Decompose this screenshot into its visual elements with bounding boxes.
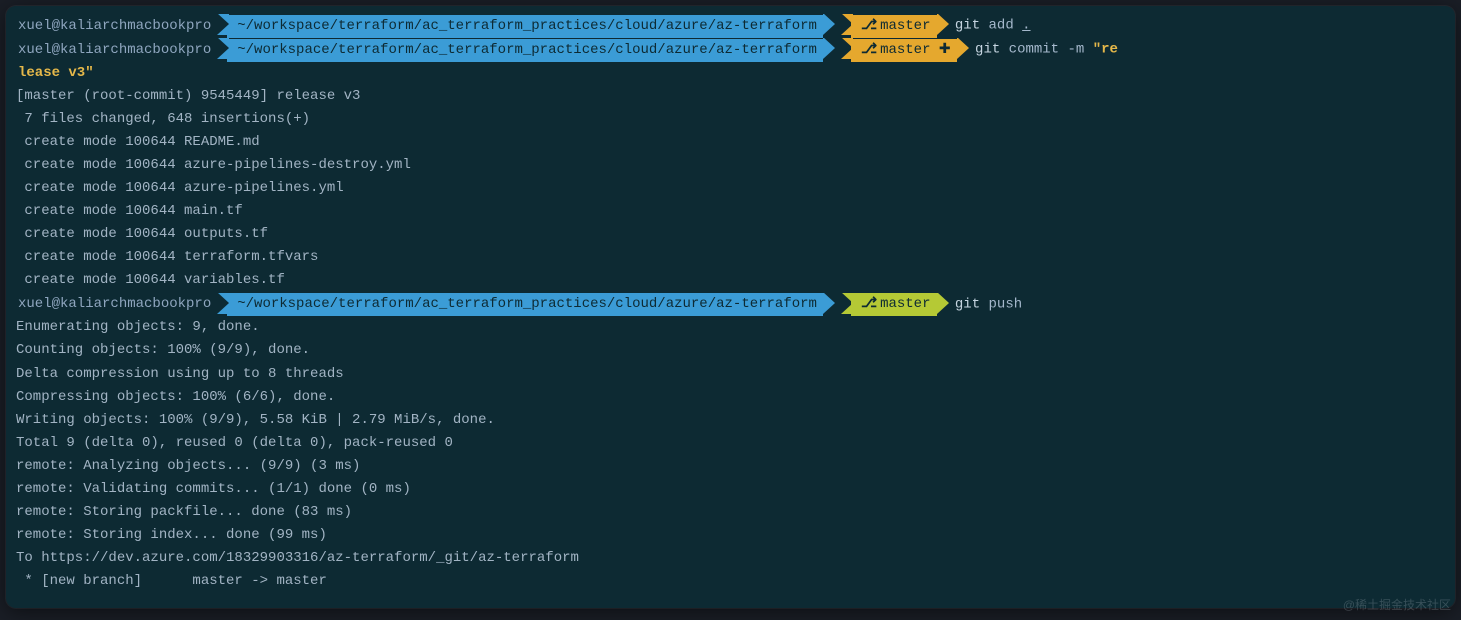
output-line: create mode 100644 README.md	[16, 131, 1445, 154]
prompt-userhost: xuel@kaliarchmacbookpro	[16, 15, 217, 38]
branch-name: master	[880, 296, 930, 312]
prompt-path: ~/workspace/terraform/ac_terraform_pract…	[227, 39, 823, 62]
output-line: Writing objects: 100% (9/9), 5.58 KiB | …	[16, 409, 1445, 432]
prompt-path: ~/workspace/terraform/ac_terraform_pract…	[227, 293, 823, 316]
branch-icon: ⎇	[861, 39, 877, 62]
cmd-string: "re	[1093, 42, 1118, 58]
output-line: Compressing objects: 100% (6/6), done.	[16, 386, 1445, 409]
output-line: To https://dev.azure.com/18329903316/az-…	[16, 547, 1445, 570]
terminal-window[interactable]: xuel@kaliarchmacbookpro ~/workspace/terra…	[6, 6, 1455, 608]
prompt-path: ~/workspace/terraform/ac_terraform_pract…	[227, 15, 823, 38]
chevron-right-icon	[217, 38, 229, 59]
prompt-branch: ⎇master	[851, 293, 937, 316]
branch-icon: ⎇	[861, 15, 877, 38]
prompt-line-2: xuel@kaliarchmacbookpro ~/workspace/terra…	[16, 38, 1445, 62]
output-line: create mode 100644 terraform.tfvars	[16, 246, 1445, 269]
output-line: [master (root-commit) 9545449] release v…	[16, 85, 1445, 108]
branch-name: master	[880, 18, 930, 34]
cmd-git: git	[955, 296, 980, 312]
cmd-arg: push	[989, 296, 1023, 312]
branch-name: master	[880, 42, 930, 58]
dirty-indicator-icon: ✚	[939, 42, 951, 58]
cmd-git: git	[975, 42, 1000, 58]
branch-icon: ⎇	[861, 293, 877, 316]
output-line: Total 9 (delta 0), reused 0 (delta 0), p…	[16, 432, 1445, 455]
output-line: create mode 100644 outputs.tf	[16, 223, 1445, 246]
output-line: remote: Analyzing objects... (9/9) (3 ms…	[16, 455, 1445, 478]
chevron-right-icon	[823, 38, 835, 59]
cmd-git: git	[955, 18, 980, 34]
output-line: * [new branch] master -> master	[16, 570, 1445, 593]
chevron-right-icon	[937, 293, 949, 314]
cmd-arg-dot: .	[1022, 18, 1030, 34]
chevron-right-icon	[217, 293, 229, 314]
chevron-right-icon	[823, 293, 835, 314]
prompt-branch: ⎇master ✚	[851, 39, 957, 62]
output-line: create mode 100644 azure-pipelines-destr…	[16, 154, 1445, 177]
output-line: remote: Storing index... done (99 ms)	[16, 524, 1445, 547]
prompt-userhost: xuel@kaliarchmacbookpro	[16, 293, 217, 316]
chevron-right-icon	[957, 38, 969, 59]
output-line: 7 files changed, 648 insertions(+)	[16, 108, 1445, 131]
prompt-line-1: xuel@kaliarchmacbookpro ~/workspace/terra…	[16, 14, 1445, 38]
prompt-branch: ⎇master	[851, 15, 937, 38]
prompt-line-2-wrap: lease v3"	[16, 62, 1445, 85]
output-line: Delta compression using up to 8 threads	[16, 363, 1445, 386]
output-line: Enumerating objects: 9, done.	[16, 316, 1445, 339]
command-input[interactable]: git add .	[955, 18, 1031, 34]
watermark: @稀土掘金技术社区	[1343, 596, 1451, 616]
output-line: create mode 100644 main.tf	[16, 200, 1445, 223]
cmd-arg: add	[989, 18, 1023, 34]
output-line: remote: Storing packfile... done (83 ms)	[16, 501, 1445, 524]
command-input[interactable]: git push	[955, 296, 1022, 312]
command-input[interactable]: git commit -m "re	[975, 42, 1118, 58]
output-line: Counting objects: 100% (9/9), done.	[16, 339, 1445, 362]
chevron-right-icon	[823, 14, 835, 35]
chevron-right-icon	[217, 14, 229, 35]
cmd-string-wrap: lease v3"	[16, 65, 94, 81]
chevron-right-icon	[937, 14, 949, 35]
output-line: remote: Validating commits... (1/1) done…	[16, 478, 1445, 501]
cmd-arg: commit -m	[1009, 42, 1093, 58]
prompt-line-3: xuel@kaliarchmacbookpro ~/workspace/terra…	[16, 293, 1445, 317]
output-line: create mode 100644 azure-pipelines.yml	[16, 177, 1445, 200]
output-line: create mode 100644 variables.tf	[16, 269, 1445, 292]
prompt-userhost: xuel@kaliarchmacbookpro	[16, 39, 217, 62]
